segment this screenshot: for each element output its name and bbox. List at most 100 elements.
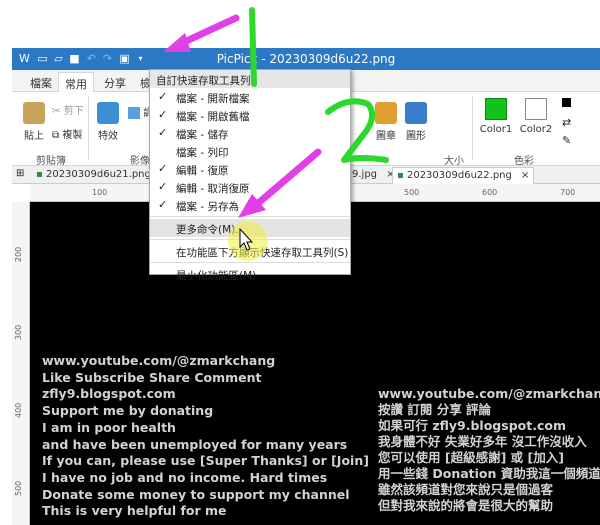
doc-tab-2[interactable]: 9.jpg ×	[348, 167, 399, 184]
menu-item-label: 檔案 - 儲存	[176, 129, 229, 141]
close-icon[interactable]: ×	[521, 170, 529, 181]
adjust-icon	[128, 107, 140, 119]
menu-item-label: 檔案 - 開新檔案	[176, 93, 250, 105]
menu-item-redo[interactable]: ✓ 編輯 - 取消復原	[150, 178, 350, 196]
shape-label: 圖形	[406, 131, 426, 142]
doc-tab-3[interactable]: ▪ 20230309d6u22.png ×	[392, 167, 535, 184]
shapes-icon	[405, 102, 427, 124]
ruler-label: 200	[14, 246, 23, 262]
ruler-label: 400	[14, 402, 23, 418]
stamp-button[interactable]: 圖章	[374, 102, 398, 142]
cut-label: 剪下	[63, 106, 84, 117]
overlay-line: 雖然該頻道對您來說只是個過客	[378, 482, 554, 497]
menu-item-label: 編輯 - 復原	[176, 165, 229, 177]
stamp-label: 圖章	[376, 131, 396, 142]
menu-item-new-file[interactable]: ✓ 檔案 - 開新檔案	[150, 88, 350, 106]
check-icon: ✓	[158, 90, 168, 103]
black-swatch[interactable]	[562, 98, 571, 107]
clipboard-group-label: 剪貼簿	[36, 156, 66, 167]
overlay-line: Support me by donating	[42, 403, 214, 419]
menu-item-open-file[interactable]: ✓ 檔案 - 開啟舊檔	[150, 106, 350, 124]
menu-item-label: 檔案 - 列印	[176, 147, 229, 159]
overlay-line: www.youtube.com/@zmarkchang	[378, 386, 600, 401]
overlay-line: 但對我來說的將會是很大的幫助	[378, 498, 554, 513]
doc-tab-label: 20230309d6u22.png	[406, 170, 512, 181]
menu-item-minimize-ribbon[interactable]: 最小化功能區(M)	[150, 265, 350, 283]
tab-home[interactable]: 常用	[58, 72, 94, 93]
color1-label: Color1	[479, 124, 513, 135]
divider	[472, 96, 473, 160]
eyedropper-icon[interactable]: ✎	[562, 134, 571, 147]
overlay-line: If you can, please use [Super Thanks] or…	[42, 453, 369, 469]
overlay-text-right: www.youtube.com/@zmarkchang 按讚 訂閱 分享 評論 …	[378, 386, 600, 514]
swap-colors-icon[interactable]: ⇄	[562, 116, 571, 129]
overlay-line: 用一些錢 Donation 資助我這一個頻道	[378, 466, 600, 481]
paste-label: 貼上	[24, 131, 44, 142]
effects-button[interactable]: 特效	[94, 102, 122, 142]
menu-item-print[interactable]: 檔案 - 列印	[150, 142, 350, 160]
overlay-line: This is very helpful for me	[42, 503, 227, 519]
overlay-line: 按讚 訂閱 分享 評論	[378, 402, 492, 417]
overlay-line: 我身體不好 失業好多年 沒工作沒收入	[378, 434, 587, 449]
copy-label: 複製	[62, 130, 83, 141]
menu-item-label: 檔案 - 開啟舊檔	[176, 111, 250, 123]
title-bar: W ▭ ▱ ■ ↶ ↷ ▣ ▾ PicPick - 20230309d6u22.…	[12, 48, 600, 70]
vertical-ruler: 200 300 400 500	[12, 202, 30, 525]
check-icon: ✓	[158, 126, 168, 139]
effects-icon	[97, 102, 119, 124]
divider	[88, 96, 89, 160]
image-group-label: 影像	[130, 156, 150, 167]
scissors-icon: ✂	[52, 106, 61, 117]
tab-file[interactable]: 檔案	[30, 75, 52, 91]
overlay-text-left: www.youtube.com/@zmarkchang Like Subscri…	[42, 353, 369, 520]
size-group-label: 大小	[444, 156, 464, 167]
menu-header: 自訂快速存取工具列	[150, 70, 350, 88]
paste-button[interactable]: 貼上	[18, 102, 50, 142]
ruler-label: 500	[14, 480, 23, 496]
copy-icon: ⧉	[52, 130, 60, 141]
menu-item-save-as[interactable]: ✓ 檔案 - 另存為	[150, 196, 350, 214]
ruler-label: 300	[14, 324, 23, 340]
menu-item-save[interactable]: ✓ 檔案 - 儲存	[150, 124, 350, 142]
tab-share[interactable]: 分享	[104, 75, 126, 91]
check-icon: ✓	[158, 162, 168, 175]
cut-button[interactable]: ✂ 剪下	[52, 102, 84, 117]
image-file-icon: ▪	[36, 169, 43, 180]
overlay-line: zfly9.blogspot.com	[42, 386, 176, 402]
shape-button[interactable]: 圖形	[404, 102, 428, 142]
overlay-line: www.youtube.com/@zmarkchang	[42, 353, 276, 368]
arrow-1-icon	[163, 14, 240, 52]
copy-button[interactable]: ⧉ 複製	[52, 126, 82, 141]
color2-button[interactable]: Color2	[518, 98, 554, 135]
menu-separator	[150, 216, 350, 217]
ruler-label: 600	[482, 188, 498, 197]
clipboard-icon	[23, 102, 45, 124]
window-title: PicPick - 20230309d6u22.png	[216, 52, 396, 66]
menu-item-undo[interactable]: ✓ 編輯 - 復原	[150, 160, 350, 178]
check-icon: ✓	[158, 108, 168, 121]
image-file-icon: ▪	[397, 170, 404, 181]
color1-button[interactable]: Color1	[478, 98, 514, 135]
overlay-line: Like Subscribe Share Comment	[42, 369, 262, 385]
ruler-label: 700	[560, 188, 576, 197]
check-icon: ✓	[158, 180, 168, 193]
color2-label: Color2	[519, 124, 553, 135]
overlay-line: and have been unemployed for many years	[42, 436, 348, 452]
menu-item-label: 編輯 - 取消復原	[176, 183, 250, 195]
effects-label: 特效	[98, 131, 118, 142]
stamp-icon	[375, 102, 397, 124]
menu-item-more-commands[interactable]: 更多命令(M)...	[150, 219, 350, 237]
ruler-label: 100	[92, 188, 108, 197]
menu-item-show-below-ribbon[interactable]: 在功能區下方顯示快速存取工具列(S)	[150, 242, 350, 260]
color-group-label: 色彩	[514, 156, 534, 167]
overlay-line: Donate some money to support my channel	[42, 486, 350, 502]
menu-item-label: 檔案 - 另存為	[176, 201, 239, 213]
check-icon: ✓	[158, 198, 168, 211]
overlay-line: I have no job and no income. Hard times	[42, 469, 328, 485]
menu-separator	[150, 262, 350, 263]
overlay-line: 如果可行 zfly9.blogspot.com	[378, 418, 566, 433]
tab-grid-icon[interactable]: ⊞	[16, 168, 24, 179]
doc-tab-label: 20230309d6u21.png	[45, 169, 151, 180]
overlay-line: 您可以使用 [超級感謝] 或 [加入]	[378, 450, 564, 465]
customize-quick-access-menu: 自訂快速存取工具列 ✓ 檔案 - 開新檔案 ✓ 檔案 - 開啟舊檔 ✓ 檔案 - 儲存…	[149, 69, 351, 282]
